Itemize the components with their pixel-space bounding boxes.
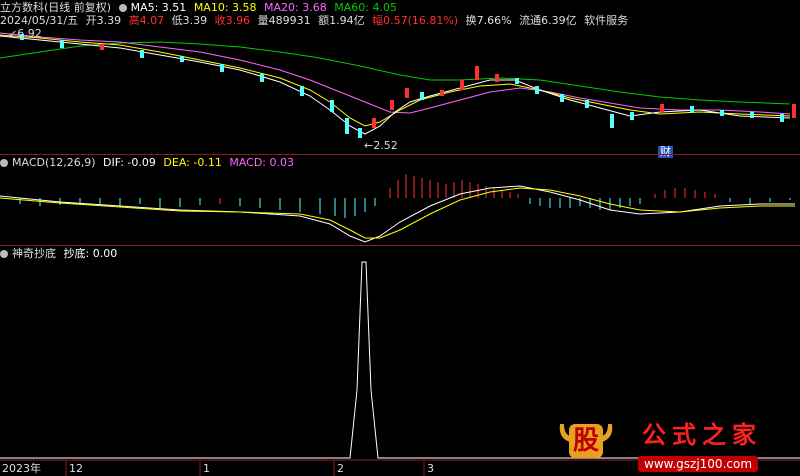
time-label-3: 2 (337, 462, 344, 475)
time-label-4: 3 (427, 462, 434, 475)
panel-divider-1 (0, 154, 800, 155)
macd-name[interactable]: MACD(12,26,9) (12, 156, 96, 169)
site-name: 公式之家 (642, 420, 762, 449)
logo-char: 股 (569, 424, 603, 458)
indicator-value-label: 抄底: 0.00 (63, 247, 118, 260)
dif-label: DIF: -0.09 (103, 156, 156, 169)
macd-header: MACD(12,26,9) DIF: -0.09 DEA: -0.11 MACD… (0, 157, 298, 169)
time-label-1: 12 (69, 462, 83, 475)
site-url: www.gszj100.com (638, 456, 759, 472)
financial-report-badge[interactable]: 财 (658, 146, 673, 158)
time-label-2: 1 (203, 462, 210, 475)
indicator-header: 神奇抄底 抄底: 0.00 (0, 248, 121, 260)
candles (20, 34, 796, 138)
min-arrow-icon: ← (364, 139, 374, 152)
panel-divider-2 (0, 245, 800, 246)
chart-canvas[interactable] (0, 0, 800, 476)
indicator-settings-icon[interactable] (0, 250, 8, 258)
ma60-line (0, 41, 791, 105)
macd-settings-icon[interactable] (0, 159, 8, 167)
max-price-marker: ↙6.92 (8, 27, 42, 40)
dea-label: DEA: -0.11 (163, 156, 222, 169)
macd-value-label: MACD: 0.03 (229, 156, 294, 169)
time-label-0: 2023年 (2, 462, 41, 475)
watermark-logo: 股 (556, 418, 616, 464)
min-price-marker: ←2.52 (364, 139, 398, 152)
indicator-name[interactable]: 神奇抄底 (12, 247, 56, 260)
ma5-line (0, 35, 791, 135)
time-axis-ticks (65, 460, 425, 476)
max-arrow-icon: ↙ (8, 27, 18, 40)
